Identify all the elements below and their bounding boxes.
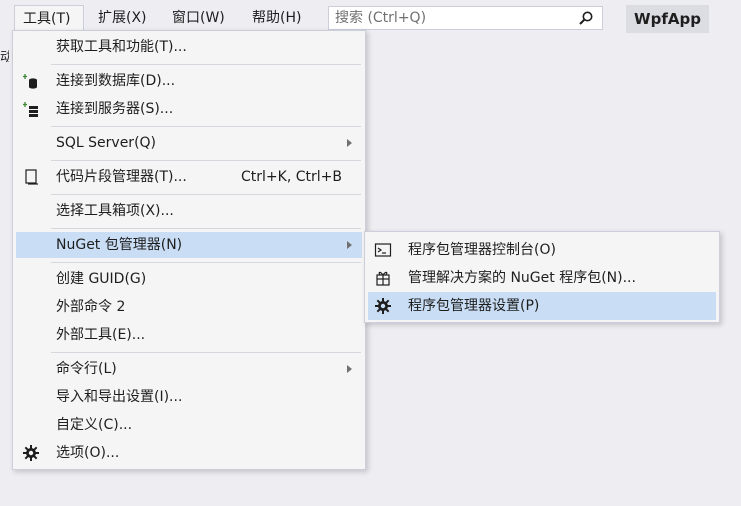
submenu-arrow-icon: [347, 241, 352, 249]
menu-item-connect-db[interactable]: 连接到数据库(D)...: [16, 68, 362, 94]
menu-help-label: 帮助(H): [252, 10, 302, 26]
gear-icon: [375, 298, 391, 314]
menu-separator: [51, 64, 361, 65]
submenu-item-manage-solution[interactable]: 管理解决方案的 NuGet 程序包(N)...: [368, 264, 716, 292]
search-placeholder: 搜索 (Ctrl+Q): [335, 10, 427, 26]
database-plug-icon: [23, 74, 37, 89]
menu-item-label: 选项(O)...: [56, 445, 120, 461]
menu-item-sql-server[interactable]: SQL Server(Q): [16, 130, 362, 156]
search-icon: [579, 11, 593, 25]
menu-item-label: 创建 GUID(G): [56, 271, 147, 287]
menu-separator: [51, 194, 361, 195]
search-box[interactable]: 搜索 (Ctrl+Q): [328, 6, 603, 30]
submenu-arrow-icon: [347, 365, 352, 373]
menu-item-customize[interactable]: 自定义(C)...: [16, 412, 362, 438]
menu-item-connect-server[interactable]: 连接到服务器(S)...: [16, 96, 362, 122]
menu-extensions-label: 扩展(X): [98, 10, 147, 26]
menu-item-options[interactable]: 选项(O)...: [16, 440, 362, 466]
menu-item-label: NuGet 包管理器(N): [56, 237, 183, 253]
menu-item-label: 外部工具(E)...: [56, 327, 146, 343]
gear-icon: [23, 445, 39, 461]
server-plug-icon: [23, 102, 38, 117]
menu-separator: [51, 228, 361, 229]
menu-tools-label: 工具(T): [23, 11, 71, 27]
tools-dropdown-menu: 获取工具和功能(T)... 连接到数据库(D)... 连接到服务器(S)... …: [12, 30, 366, 470]
menu-separator: [51, 262, 361, 263]
menu-item-choose-toolbox[interactable]: 选择工具箱项(X)...: [16, 198, 362, 224]
menu-separator: [51, 352, 361, 353]
menu-item-shortcut: Ctrl+K, Ctrl+B: [241, 169, 342, 185]
menu-item-label: 获取工具和功能(T)...: [56, 39, 187, 55]
menu-item-label: SQL Server(Q): [56, 135, 157, 151]
nuget-submenu: 程序包管理器控制台(O) 管理解决方案的 NuGet 程序包(N)... 程序包…: [364, 231, 720, 323]
menu-separator: [51, 126, 361, 127]
package-icon: [376, 271, 390, 286]
menu-extensions[interactable]: 扩展(X): [90, 5, 155, 31]
console-icon: [374, 243, 392, 257]
menu-item-external-command[interactable]: 外部命令 2: [16, 294, 362, 320]
menu-window[interactable]: 窗口(W): [164, 5, 233, 31]
menu-item-label: 连接到数据库(D)...: [56, 73, 176, 89]
menu-item-snippets[interactable]: 代码片段管理器(T)... Ctrl+K, Ctrl+B: [16, 164, 362, 190]
menu-item-label: 导入和导出设置(I)...: [56, 389, 183, 405]
menu-item-label: 选择工具箱项(X)...: [56, 203, 174, 219]
submenu-item-console[interactable]: 程序包管理器控制台(O): [368, 236, 716, 264]
menu-item-label: 命令行(L): [56, 361, 117, 377]
clipped-text: 动: [0, 50, 9, 65]
submenu-item-label: 程序包管理器设置(P): [408, 298, 540, 314]
menu-item-external-tools[interactable]: 外部工具(E)...: [16, 322, 362, 348]
submenu-item-settings[interactable]: 程序包管理器设置(P): [368, 292, 716, 320]
menu-item-label: 外部命令 2: [56, 299, 126, 315]
menu-window-label: 窗口(W): [172, 10, 225, 26]
menu-item-label: 连接到服务器(S)...: [56, 101, 174, 117]
menu-item-import-export[interactable]: 导入和导出设置(I)...: [16, 384, 362, 410]
snippet-icon: [25, 169, 38, 185]
menu-item-create-guid[interactable]: 创建 GUID(G): [16, 266, 362, 292]
menu-item-label: 自定义(C)...: [56, 417, 133, 433]
submenu-item-label: 管理解决方案的 NuGet 程序包(N)...: [408, 270, 636, 286]
menu-item-get-tools[interactable]: 获取工具和功能(T)...: [16, 34, 362, 60]
menu-tools[interactable]: 工具(T): [14, 5, 84, 31]
menu-item-label: 代码片段管理器(T)...: [56, 169, 187, 185]
menu-item-command-line[interactable]: 命令行(L): [16, 356, 362, 382]
app-title: WpfApp: [626, 5, 709, 33]
menu-help[interactable]: 帮助(H): [244, 5, 309, 31]
submenu-item-label: 程序包管理器控制台(O): [408, 242, 556, 258]
menu-item-nuget[interactable]: NuGet 包管理器(N): [16, 232, 362, 258]
submenu-arrow-icon: [347, 139, 352, 147]
menu-separator: [51, 160, 361, 161]
